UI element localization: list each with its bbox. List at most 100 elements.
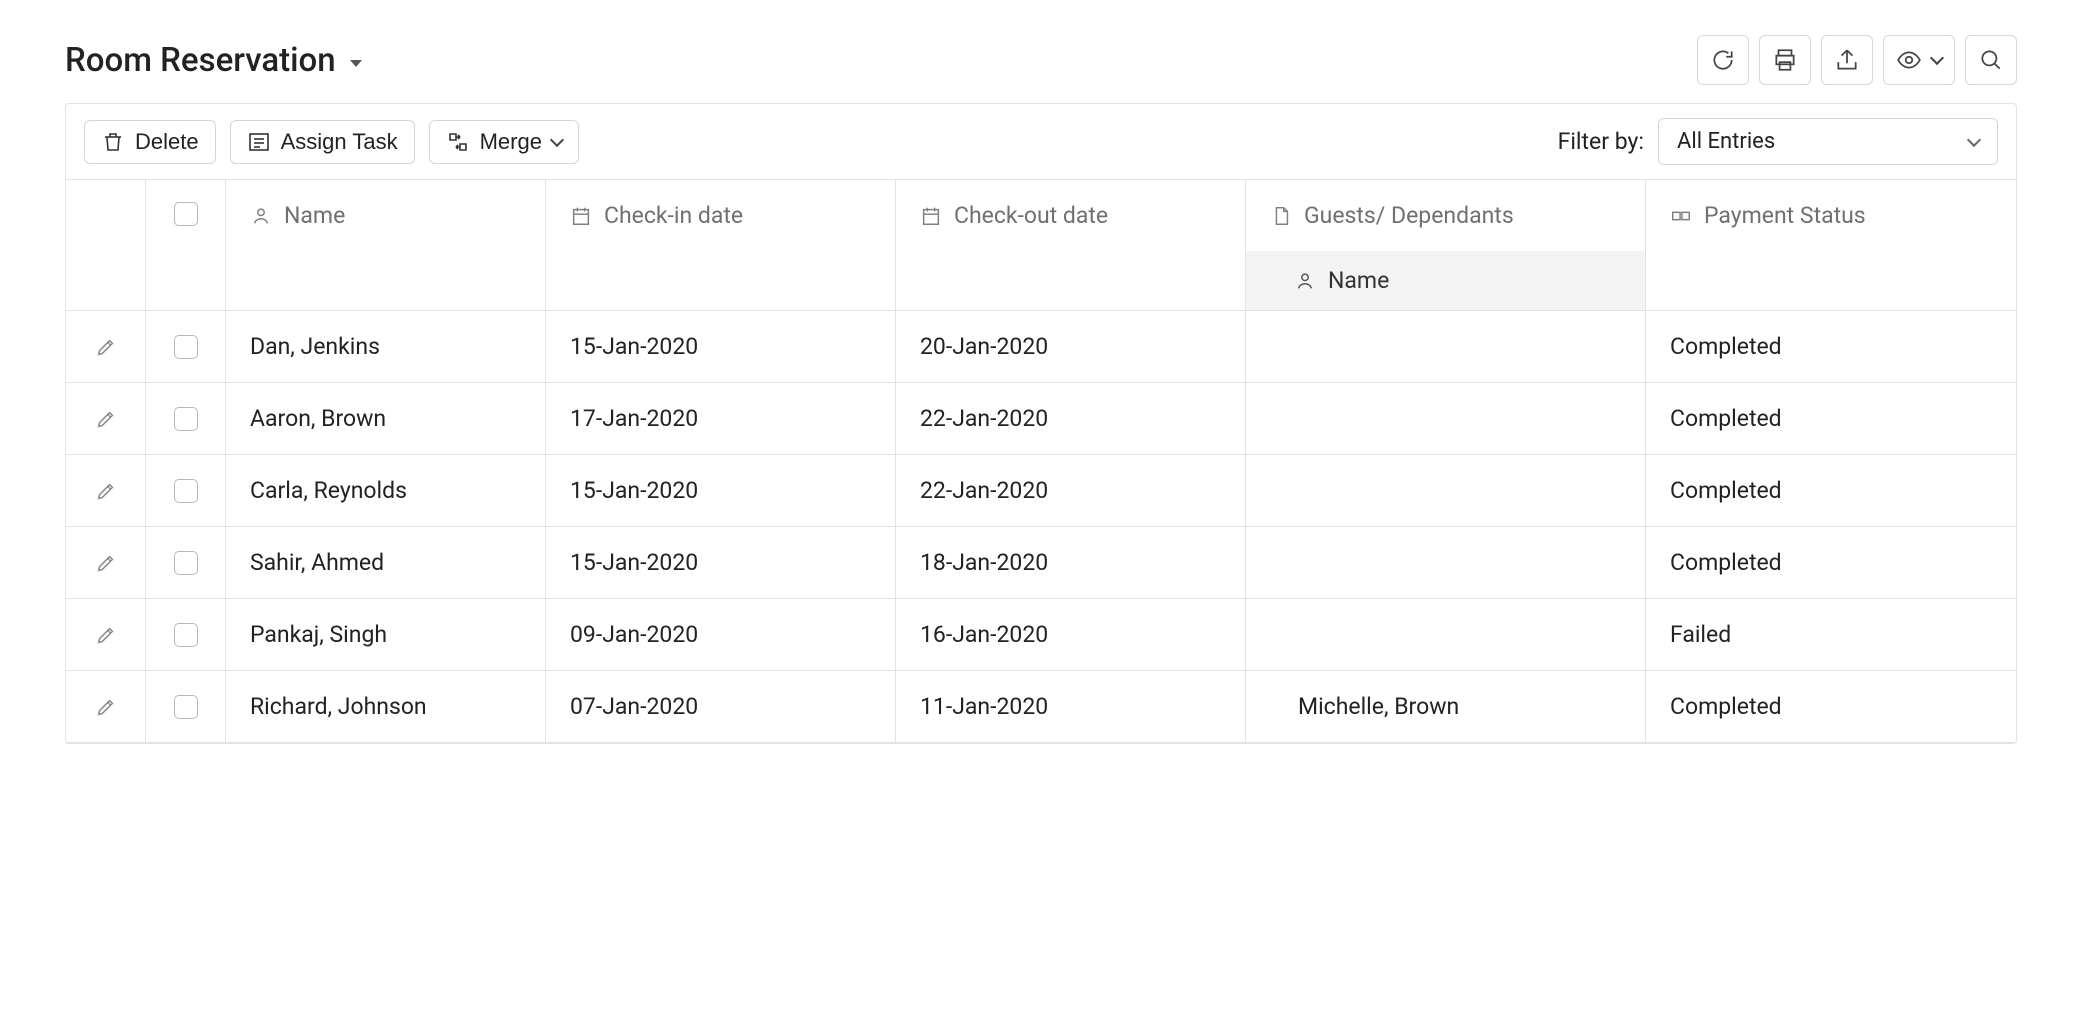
column-name[interactable]: Name [226, 180, 545, 251]
page-header: Room Reservation [65, 35, 2017, 85]
filter-value: All Entries [1677, 129, 1775, 154]
column-checkout[interactable]: Check-out date [896, 180, 1245, 251]
name-cell: Aaron, Brown [226, 383, 546, 454]
edit-cell[interactable] [66, 671, 146, 742]
user-icon [250, 205, 272, 227]
table-row[interactable]: Aaron, Brown 17-Jan-2020 22-Jan-2020 Com… [66, 383, 2016, 455]
table-row[interactable]: Carla, Reynolds 15-Jan-2020 22-Jan-2020 … [66, 455, 2016, 527]
row-checkbox[interactable] [174, 623, 198, 647]
edit-cell[interactable] [66, 311, 146, 382]
field-icon [1670, 205, 1692, 227]
guest-cell [1246, 383, 1646, 454]
refresh-button[interactable] [1697, 35, 1749, 85]
name-cell: Pankaj, Singh [226, 599, 546, 670]
payment-cell: Completed [1646, 671, 2016, 742]
view-options-button[interactable] [1883, 35, 1955, 85]
row-checkbox[interactable] [174, 407, 198, 431]
caret-down-icon [350, 60, 362, 67]
checkin-cell: 15-Jan-2020 [546, 527, 896, 598]
pencil-icon [95, 336, 117, 358]
filter-section: Filter by: All Entries [1558, 118, 1998, 165]
checkbox-cell [146, 527, 226, 598]
header-select-all [146, 180, 225, 248]
column-guests-name[interactable]: Name [1246, 251, 1645, 310]
row-checkbox[interactable] [174, 551, 198, 575]
list-icon [247, 130, 271, 154]
payment-cell: Completed [1646, 383, 2016, 454]
table-row[interactable]: Dan, Jenkins 15-Jan-2020 20-Jan-2020 Com… [66, 311, 2016, 383]
checkout-cell: 20-Jan-2020 [896, 311, 1246, 382]
edit-cell[interactable] [66, 599, 146, 670]
row-checkbox[interactable] [174, 479, 198, 503]
print-button[interactable] [1759, 35, 1811, 85]
checkout-cell: 16-Jan-2020 [896, 599, 1246, 670]
table-row[interactable]: Pankaj, Singh 09-Jan-2020 16-Jan-2020 Fa… [66, 599, 2016, 671]
guest-cell [1246, 527, 1646, 598]
assign-label: Assign Task [281, 129, 398, 155]
guest-cell [1246, 599, 1646, 670]
checkin-cell: 15-Jan-2020 [546, 455, 896, 526]
payment-cell: Completed [1646, 311, 2016, 382]
column-checkin[interactable]: Check-in date [546, 180, 895, 251]
share-icon [1834, 47, 1860, 73]
pencil-icon [95, 552, 117, 574]
checkout-cell: 11-Jan-2020 [896, 671, 1246, 742]
delete-label: Delete [135, 129, 199, 155]
checkbox-cell [146, 311, 226, 382]
payment-cell: Completed [1646, 527, 2016, 598]
user-icon [1294, 270, 1316, 292]
pencil-icon [95, 624, 117, 646]
table-row[interactable]: Richard, Johnson 07-Jan-2020 11-Jan-2020… [66, 671, 2016, 743]
merge-icon [446, 130, 470, 154]
checkin-cell: 09-Jan-2020 [546, 599, 896, 670]
name-cell: Dan, Jenkins [226, 311, 546, 382]
edit-cell[interactable] [66, 383, 146, 454]
main-panel: Delete Assign Task Merge Filter by: All … [65, 103, 2017, 744]
checkout-cell: 18-Jan-2020 [896, 527, 1246, 598]
chevron-down-icon [1967, 132, 1981, 146]
checkout-cell: 22-Jan-2020 [896, 455, 1246, 526]
guest-cell: Michelle, Brown [1246, 671, 1646, 742]
row-checkbox[interactable] [174, 695, 198, 719]
pencil-icon [95, 696, 117, 718]
chevron-down-icon [1930, 51, 1944, 65]
row-checkbox[interactable] [174, 335, 198, 359]
checkbox-cell [146, 455, 226, 526]
data-table: Name Check-in date Check-out date Guests… [66, 179, 2016, 743]
name-cell: Richard, Johnson [226, 671, 546, 742]
select-all-checkbox[interactable] [174, 202, 198, 226]
calendar-icon [920, 205, 942, 227]
refresh-icon [1710, 47, 1736, 73]
name-cell: Sahir, Ahmed [226, 527, 546, 598]
checkout-cell: 22-Jan-2020 [896, 383, 1246, 454]
trash-icon [101, 130, 125, 154]
share-button[interactable] [1821, 35, 1873, 85]
guest-cell [1246, 311, 1646, 382]
title-dropdown[interactable]: Room Reservation [65, 41, 362, 80]
table-header-row: Name Check-in date Check-out date Guests… [66, 180, 2016, 311]
edit-cell[interactable] [66, 455, 146, 526]
checkin-cell: 17-Jan-2020 [546, 383, 896, 454]
guest-cell [1246, 455, 1646, 526]
merge-label: Merge [480, 129, 542, 155]
delete-button[interactable]: Delete [84, 120, 216, 164]
checkbox-cell [146, 599, 226, 670]
document-icon [1270, 205, 1292, 227]
column-guests[interactable]: Guests/ Dependants [1246, 180, 1645, 251]
pencil-icon [95, 408, 117, 430]
edit-cell[interactable] [66, 527, 146, 598]
chevron-down-icon [550, 132, 564, 146]
table-row[interactable]: Sahir, Ahmed 15-Jan-2020 18-Jan-2020 Com… [66, 527, 2016, 599]
toolbar-left: Delete Assign Task Merge [84, 120, 579, 164]
filter-select[interactable]: All Entries [1658, 118, 1998, 165]
assign-task-button[interactable]: Assign Task [230, 120, 415, 164]
payment-cell: Failed [1646, 599, 2016, 670]
search-button[interactable] [1965, 35, 2017, 85]
eye-icon [1896, 47, 1922, 73]
merge-button[interactable]: Merge [429, 120, 579, 164]
pencil-icon [95, 480, 117, 502]
column-payment[interactable]: Payment Status [1646, 180, 2016, 251]
name-cell: Carla, Reynolds [226, 455, 546, 526]
toolbar: Delete Assign Task Merge Filter by: All … [66, 104, 2016, 179]
checkin-cell: 15-Jan-2020 [546, 311, 896, 382]
